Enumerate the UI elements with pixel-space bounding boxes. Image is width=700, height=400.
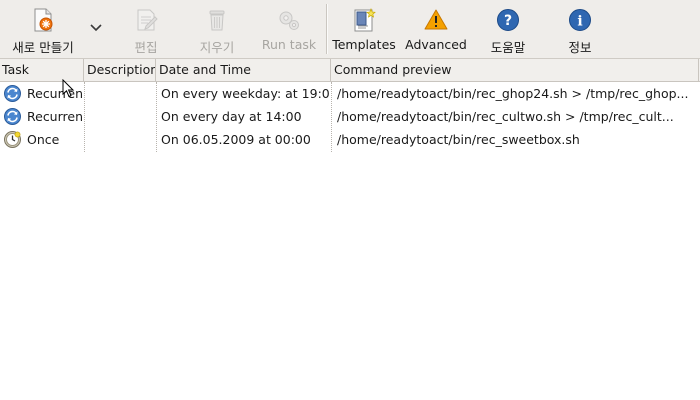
task-description [86, 105, 154, 128]
table-header: Task Description Date and Time Command p… [0, 59, 700, 82]
run-task-label: Run task [261, 37, 317, 52]
chevron-down-icon [90, 24, 102, 32]
column-header-date-time[interactable]: Date and Time [156, 59, 331, 81]
table-row[interactable]: Once On 06.05.2009 at 00:00 /home/readyt… [0, 128, 700, 151]
toolbar-separator [326, 4, 328, 54]
svg-text:?: ? [504, 13, 512, 29]
edit-button[interactable]: 편집 [120, 0, 172, 58]
delete-button[interactable]: 지우기 [190, 0, 244, 58]
task-command: /home/readytoact/bin/rec_sweetbox.sh [337, 132, 580, 147]
table-row[interactable]: Recurrent On every day at 14:00 /home/re… [0, 105, 700, 128]
help-button[interactable]: ? 도움말 [480, 0, 536, 58]
new-document-icon [31, 8, 55, 32]
task-type: Once [27, 132, 60, 147]
recurrent-icon [4, 85, 21, 102]
mouse-pointer-icon [62, 78, 76, 102]
info-icon: i [568, 8, 592, 32]
trash-icon [205, 8, 229, 32]
gears-icon [277, 8, 301, 32]
new-task-dropdown-button[interactable] [88, 18, 104, 36]
new-task-label: 새로 만들기 [12, 40, 74, 55]
templates-label: Templates [332, 37, 396, 52]
run-task-button[interactable]: Run task [260, 0, 318, 58]
task-list: Recurrent On every weekday: at 19:00 /ho… [0, 82, 700, 151]
recurrent-icon [4, 108, 21, 125]
advanced-button[interactable]: Advanced [404, 0, 468, 58]
task-type: Recurrent [27, 109, 83, 124]
column-header-command-preview[interactable]: Command preview [331, 59, 699, 81]
task-datetime: On every weekday: at 19:00 [161, 86, 329, 101]
templates-button[interactable]: Templates [332, 0, 396, 58]
about-button[interactable]: i 정보 [552, 0, 608, 58]
about-label: 정보 [568, 40, 592, 55]
toolbar: 새로 만들기 편집 지우기 Run task Templates Advance… [0, 0, 700, 59]
task-command: /home/readytoact/bin/rec_ghop24.sh > /tm… [337, 86, 689, 101]
advanced-label: Advanced [405, 37, 467, 52]
svg-text:i: i [577, 14, 582, 30]
task-description [86, 82, 154, 105]
table-row[interactable]: Recurrent On every weekday: at 19:00 /ho… [0, 82, 700, 105]
column-header-description[interactable]: Description [84, 59, 156, 81]
task-description [86, 128, 154, 151]
edit-icon [134, 8, 158, 32]
task-datetime: On every day at 14:00 [161, 109, 302, 124]
help-label: 도움말 [490, 40, 526, 55]
column-header-task[interactable]: Task [0, 59, 84, 81]
task-command: /home/readytoact/bin/rec_cultwo.sh > /tm… [337, 109, 674, 124]
clock-icon [4, 131, 21, 148]
help-icon: ? [496, 8, 520, 32]
delete-label: 지우기 [199, 40, 235, 55]
warning-icon [424, 8, 448, 32]
edit-label: 편집 [134, 40, 158, 55]
task-datetime: On 06.05.2009 at 00:00 [161, 132, 311, 147]
templates-icon [352, 8, 376, 32]
new-task-button[interactable]: 새로 만들기 [4, 0, 82, 58]
